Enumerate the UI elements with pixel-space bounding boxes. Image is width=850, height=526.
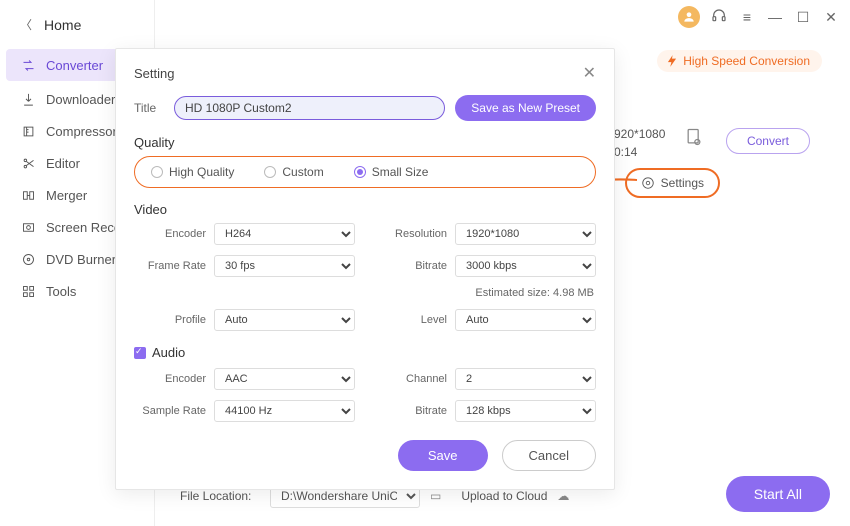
encoder-label: Encoder — [134, 228, 206, 240]
grid-icon — [20, 283, 36, 299]
quality-custom[interactable]: Custom — [264, 165, 323, 179]
quality-small[interactable]: Small Size — [354, 165, 429, 179]
sidebar-item-label: Tools — [46, 284, 76, 299]
video-framerate-select[interactable]: 30 fps — [214, 255, 355, 277]
disc-icon — [20, 251, 36, 267]
file-res: 920*1080 — [614, 125, 665, 143]
video-encoder-select[interactable]: H264 — [214, 223, 355, 245]
audio-encoder-select[interactable]: AAC — [214, 368, 355, 390]
high-speed-badge: High Speed Conversion — [657, 50, 822, 72]
folder-icon[interactable]: ▭ — [430, 489, 441, 503]
level-label: Level — [375, 314, 447, 326]
home-label: Home — [44, 17, 81, 33]
avatar[interactable] — [678, 6, 700, 28]
chevron-left-icon: 〈 — [20, 16, 32, 33]
record-icon — [20, 219, 36, 235]
sidebar-item-label: Downloader — [46, 92, 115, 107]
file-meta: 920*1080 0:14 — [614, 125, 665, 161]
video-bitrate-select[interactable]: 3000 kbps — [455, 255, 596, 277]
modal-title: Setting — [134, 66, 174, 81]
audio-bitrate-select[interactable]: 128 kbps — [455, 400, 596, 422]
sidebar-item-label: Compressor — [46, 124, 117, 139]
title-label: Title — [134, 101, 164, 115]
home-row[interactable]: 〈 Home — [0, 8, 154, 47]
resolution-label: Resolution — [375, 228, 447, 240]
merge-icon — [20, 187, 36, 203]
profile-label: Profile — [134, 314, 206, 326]
video-resolution-select[interactable]: 1920*1080 — [455, 223, 596, 245]
converter-icon — [20, 57, 36, 73]
abitrate-label: Bitrate — [375, 405, 447, 417]
sidebar-item-label: Merger — [46, 188, 87, 203]
hs-badge-label: High Speed Conversion — [683, 54, 810, 68]
minimize-icon[interactable]: — — [766, 9, 784, 25]
window-toolbar: ≡ — ☐ ✕ — [678, 6, 840, 28]
quality-group: High Quality Custom Small Size — [134, 156, 596, 188]
audio-section-label: Audio — [152, 345, 185, 360]
sidebar-item-label: Editor — [46, 156, 80, 171]
audio-channel-select[interactable]: 2 — [455, 368, 596, 390]
quality-section-label: Quality — [134, 135, 596, 150]
bitrate-label: Bitrate — [375, 260, 447, 272]
estimated-size: Estimated size: 4.98 MB — [375, 287, 596, 299]
samplerate-label: Sample Rate — [134, 405, 206, 417]
download-icon — [20, 91, 36, 107]
modal-close-icon[interactable]: ✕ — [583, 63, 596, 83]
video-profile-select[interactable]: Auto — [214, 309, 355, 331]
cloud-icon[interactable]: ☁ — [557, 489, 569, 503]
compress-icon — [20, 123, 36, 139]
channel-label: Channel — [375, 373, 447, 385]
save-button[interactable]: Save — [398, 440, 488, 471]
convert-button[interactable]: Convert — [726, 128, 810, 154]
save-preset-button[interactable]: Save as New Preset — [455, 95, 596, 121]
file-location-label: File Location: — [180, 489, 260, 503]
headset-icon[interactable] — [710, 8, 728, 27]
sidebar-item-label: Converter — [46, 58, 103, 73]
upload-label: Upload to Cloud — [461, 489, 547, 503]
audio-samplerate-select[interactable]: 44100 Hz — [214, 400, 355, 422]
framerate-label: Frame Rate — [134, 260, 206, 272]
maximize-icon[interactable]: ☐ — [794, 9, 812, 26]
cancel-button[interactable]: Cancel — [502, 440, 596, 471]
audio-section-head: Audio — [134, 345, 596, 360]
close-icon[interactable]: ✕ — [822, 9, 840, 26]
menu-icon[interactable]: ≡ — [738, 9, 756, 25]
audio-checkbox[interactable] — [134, 347, 146, 359]
aenc-label: Encoder — [134, 373, 206, 385]
gear-icon[interactable] — [684, 127, 704, 152]
scissors-icon — [20, 155, 36, 171]
setting-modal: Setting ✕ Title Save as New Preset Quali… — [115, 48, 615, 490]
settings-chip[interactable]: Settings — [625, 168, 720, 198]
quality-high[interactable]: High Quality — [151, 165, 234, 179]
settings-chip-label: Settings — [661, 176, 704, 190]
video-level-select[interactable]: Auto — [455, 309, 596, 331]
preset-title-input[interactable] — [174, 96, 445, 120]
start-all-button[interactable]: Start All — [726, 476, 830, 512]
video-section-label: Video — [134, 202, 596, 217]
sidebar-item-label: DVD Burner — [46, 252, 116, 267]
file-dur: 0:14 — [614, 143, 665, 161]
